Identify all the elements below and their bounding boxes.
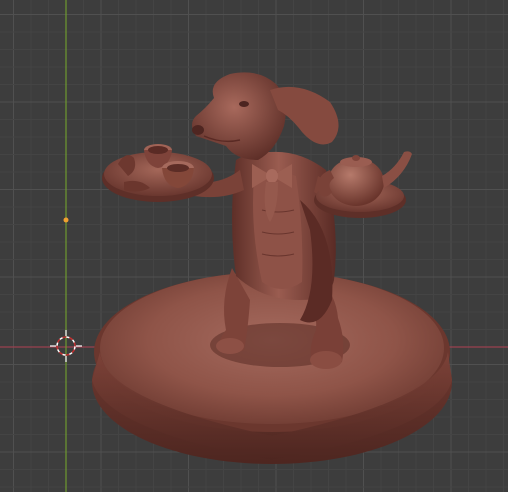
viewport-canvas[interactable]	[0, 0, 508, 492]
pedestal-base	[92, 272, 452, 464]
dog-head	[192, 72, 339, 160]
origin-dot-icon[interactable]	[63, 217, 69, 223]
3d-viewport[interactable]	[0, 0, 508, 492]
